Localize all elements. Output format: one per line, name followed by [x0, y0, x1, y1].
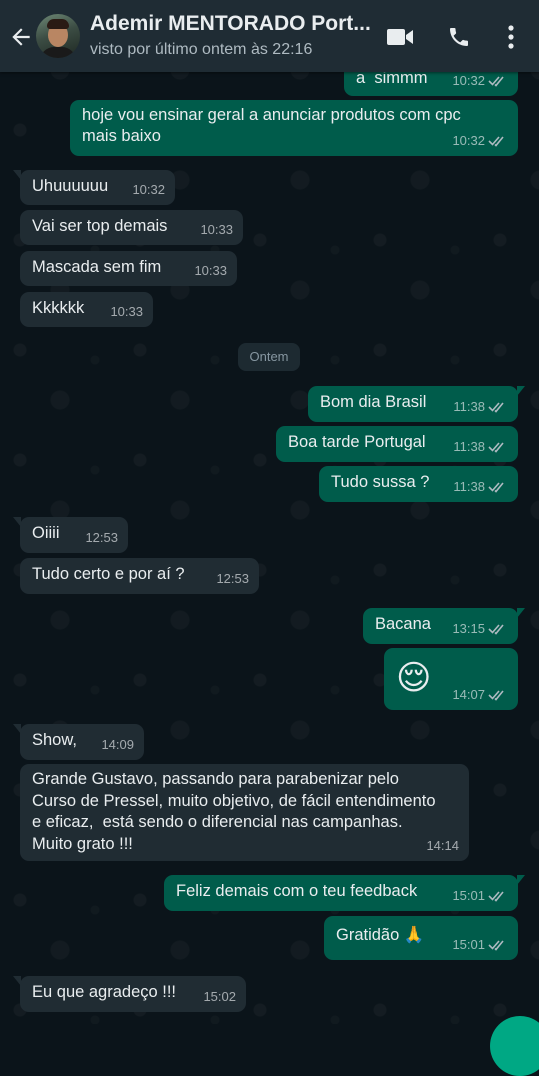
message-incoming[interactable]: Vai ser top demais 10:33: [20, 210, 243, 245]
message-outgoing[interactable]: Boa tarde Portugal 11:38: [276, 426, 518, 462]
message-meta: 11:38: [453, 476, 508, 497]
message-time: 11:38: [453, 479, 485, 494]
message-meta: 14:14: [426, 835, 459, 857]
message-time: 10:32: [452, 133, 485, 148]
message-meta: 10:32: [452, 130, 508, 151]
message-meta: 12:53: [216, 568, 249, 589]
message-incoming[interactable]: Grande Gustavo, passando para parabeniza…: [20, 764, 469, 861]
message-time: 10:32: [132, 182, 165, 197]
message-outgoing[interactable]: Gratidão 🙏 15:01: [324, 916, 518, 960]
message-incoming[interactable]: Show, 14:09: [13, 724, 144, 760]
message-incoming[interactable]: Uhuuuuuu 10:32: [13, 170, 175, 205]
scroll-down-button[interactable]: [490, 1016, 539, 1076]
message-outgoing[interactable]: Tudo sussa ? 11:38: [319, 466, 518, 502]
message-time: 10:32: [452, 73, 485, 88]
message-meta: 11:38: [453, 436, 508, 457]
double-check-icon: [488, 135, 504, 147]
message-meta: 15:02: [203, 986, 236, 1007]
message-time: 15:01: [452, 937, 485, 952]
message-meta: 12:53: [85, 527, 118, 548]
double-check-icon: [488, 481, 504, 493]
message-meta: 10:33: [110, 301, 143, 322]
more-options-icon[interactable]: [504, 24, 518, 50]
double-check-icon: [488, 75, 504, 87]
message-time: 13:15: [452, 621, 485, 636]
message-time: 15:01: [452, 888, 485, 903]
contact-avatar[interactable]: [36, 14, 80, 58]
message-meta: 10:33: [200, 219, 233, 240]
message-meta: 14:09: [101, 734, 134, 755]
message-time: 14:09: [101, 737, 134, 752]
message-time: 12:53: [216, 571, 249, 586]
message-time: 14:14: [426, 837, 459, 853]
message-meta: 10:32: [132, 179, 165, 200]
message-incoming[interactable]: Mascada sem fim 10:33: [20, 251, 237, 286]
message-meta: 14:07: [452, 684, 508, 705]
message-meta: 15:01: [452, 885, 508, 906]
message-time: 10:33: [110, 304, 143, 319]
phone-icon[interactable]: [447, 25, 471, 49]
double-check-icon: [488, 623, 504, 635]
message-meta: 13:15: [452, 618, 508, 639]
chat-header: Ademir MENTORADO Port... visto por últim…: [0, 0, 539, 72]
message-time: 11:38: [453, 399, 485, 414]
last-seen-status[interactable]: visto por último ontem às 22:16: [90, 41, 312, 59]
message-text: Grande Gustavo, passando para parabeniza…: [32, 770, 441, 853]
contact-name[interactable]: Ademir MENTORADO Port...: [90, 12, 372, 36]
date-separator: Ontem: [238, 343, 300, 371]
message-incoming[interactable]: Eu que agradeço !!! 15:02: [13, 976, 246, 1012]
message-time: 14:07: [452, 687, 485, 702]
back-arrow-icon[interactable]: [8, 24, 34, 50]
message-incoming[interactable]: Oiiii 12:53: [13, 517, 128, 553]
message-list[interactable]: a simmm 10:32 hoje vou ensinar geral a a…: [0, 0, 539, 1024]
message-text: hoje vou ensinar geral a anunciar produt…: [82, 106, 466, 145]
message-time: 11:38: [453, 439, 485, 454]
message-incoming[interactable]: Kkkkkk 10:33: [20, 292, 153, 327]
message-outgoing[interactable]: Bacana 13:15: [363, 608, 525, 644]
message-meta: 15:01: [452, 934, 508, 955]
double-check-icon: [488, 401, 504, 413]
message-outgoing[interactable]: Feliz demais com o teu feedback 15:01: [164, 875, 525, 911]
message-outgoing[interactable]: Bom dia Brasil 11:38: [308, 386, 525, 422]
message-meta: 10:33: [194, 260, 227, 281]
video-call-icon[interactable]: [386, 26, 414, 48]
message-incoming[interactable]: Tudo certo e por aí ? 12:53: [20, 558, 259, 594]
message-outgoing[interactable]: hoje vou ensinar geral a anunciar produt…: [70, 100, 518, 156]
message-outgoing[interactable]: 😌 14:07: [384, 648, 518, 710]
message-meta: 10:32: [452, 70, 508, 91]
message-time: 15:02: [203, 989, 236, 1004]
message-time: 10:33: [194, 263, 227, 278]
message-time: 10:33: [200, 222, 233, 237]
double-check-icon: [488, 939, 504, 951]
message-text: Tudo certo e por aí ?: [32, 565, 185, 583]
double-check-icon: [488, 890, 504, 902]
double-check-icon: [488, 689, 504, 701]
double-check-icon: [488, 441, 504, 453]
message-meta: 11:38: [453, 396, 508, 417]
message-time: 12:53: [85, 530, 118, 545]
